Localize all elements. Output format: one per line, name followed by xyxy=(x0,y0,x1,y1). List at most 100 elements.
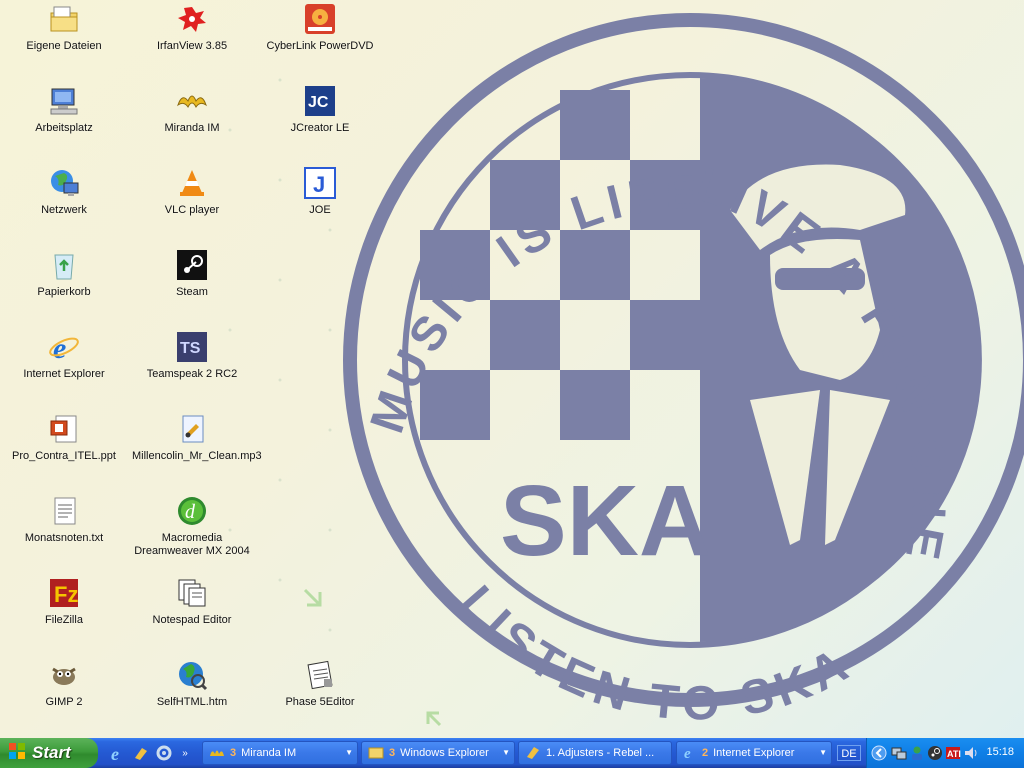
dreamweaver-icon: d xyxy=(175,494,209,528)
powerpoint-file-icon xyxy=(47,412,81,446)
desktop-icon-papierkorb[interactable]: Papierkorb xyxy=(2,248,126,299)
desktop-icon-label: Papierkorb xyxy=(37,286,91,298)
task-group-arrow-icon: ▼ xyxy=(819,748,827,757)
folder-icon xyxy=(368,745,384,762)
tray-user-icon[interactable] xyxy=(909,745,925,761)
network-icon xyxy=(47,166,81,200)
joe-icon: J xyxy=(303,166,337,200)
clock[interactable]: 15:18 xyxy=(986,746,1014,758)
my-documents-icon xyxy=(47,2,81,36)
desktop-icon-label: Internet Explorer xyxy=(23,368,105,380)
desktop-icon-jcreator[interactable]: JC JCreator LE xyxy=(258,84,382,135)
svg-text:Fz: Fz xyxy=(54,582,78,607)
desktop-icon-millencolin-mp3[interactable]: Millencolin_Mr_Clean.mp3 xyxy=(130,412,262,463)
desktop-icon-filezilla[interactable]: Fz FileZilla xyxy=(2,576,126,627)
desktop-icon-monatsnoten-txt[interactable]: Monatsnoten.txt xyxy=(2,494,126,545)
desktop-icon-label: Teamspeak 2 RC2 xyxy=(146,368,238,380)
svg-text:e: e xyxy=(684,746,691,759)
desktop-icon-eigene-dateien[interactable]: Eigene Dateien xyxy=(2,2,126,53)
desktop-icon-label: Millencolin_Mr_Clean.mp3 xyxy=(132,450,262,462)
desktop-icon-powerdvd[interactable]: CyberLink PowerDVD xyxy=(258,2,382,53)
html-file-icon xyxy=(175,658,209,692)
svg-text:ATI: ATI xyxy=(947,749,961,759)
desktop-icon-vlc[interactable]: VLC player xyxy=(130,166,254,217)
tray-expand-chevron-icon[interactable] xyxy=(871,745,887,761)
gimp-icon xyxy=(47,658,81,692)
task-label: Windows Explorer xyxy=(400,747,489,759)
desktop-icon-joe[interactable]: J JOE xyxy=(258,166,382,217)
tray-ati-icon[interactable]: ATI xyxy=(945,745,961,761)
desktop-icon-label: SelfHTML.htm xyxy=(156,696,228,708)
desktop-icon-teamspeak[interactable]: TS Teamspeak 2 RC2 xyxy=(130,330,254,381)
desktop-icon-phase5-editor[interactable]: Phase 5Editor xyxy=(258,658,382,709)
notepad-editor-icon xyxy=(175,576,209,610)
task-count: 2 xyxy=(702,747,709,759)
desktop-icon-label: JCreator LE xyxy=(290,122,350,134)
desktop-icon-label: IrfanView 3.85 xyxy=(156,40,228,52)
quicklaunch-expand-chevron-icon[interactable]: » xyxy=(178,743,192,763)
desktop-icon-label: Pro_Contra_ITEL.ppt xyxy=(12,450,116,462)
desktop-icon-label: FileZilla xyxy=(45,614,83,626)
task-label: Miranda IM xyxy=(241,747,297,759)
tray-network-icon[interactable] xyxy=(891,745,907,761)
windows-logo-icon xyxy=(8,742,26,765)
quicklaunch-internet-explorer-icon[interactable]: e xyxy=(108,743,128,763)
desktop-icon-miranda-im[interactable]: Miranda IM xyxy=(130,84,254,135)
steam-icon xyxy=(175,248,209,282)
desktop-icon-label: Monatsnoten.txt xyxy=(24,532,104,544)
task-group-windows-explorer[interactable]: 3 Windows Explorer ▼ xyxy=(361,741,515,765)
desktop-icon-label: VLC player xyxy=(164,204,220,216)
mp3-file-icon xyxy=(175,412,209,446)
powerdvd-icon xyxy=(303,2,337,36)
desktop-icon-pro-contra-itel-ppt[interactable]: Pro_Contra_ITEL.ppt xyxy=(2,412,126,463)
desktop-icon-internet-explorer[interactable]: e Internet Explorer xyxy=(2,330,126,381)
desktop-icon-steam[interactable]: Steam xyxy=(130,248,254,299)
desktop-icon-label: GIMP 2 xyxy=(45,696,83,708)
svg-text:d: d xyxy=(185,501,196,523)
internet-explorer-icon: e xyxy=(47,330,81,364)
desktop-icon-label: Notespad Editor xyxy=(152,614,232,626)
quicklaunch-settings-icon[interactable] xyxy=(154,743,174,763)
vlc-icon xyxy=(175,166,209,200)
desktop-icon-irfanview[interactable]: IrfanView 3.85 xyxy=(130,2,254,53)
language-indicator[interactable]: DE xyxy=(837,745,861,761)
wallpaper-arrow-decoration xyxy=(426,711,442,727)
desktop-icon-notespad-editor[interactable]: Notespad Editor xyxy=(130,576,254,627)
desktop-icon-label: Netzwerk xyxy=(41,204,87,216)
internet-explorer-icon: e xyxy=(683,745,697,762)
task-group-internet-explorer[interactable]: e 2 Internet Explorer ▼ xyxy=(676,741,832,765)
desktop-icon-selfhtml[interactable]: SelfHTML.htm xyxy=(130,658,254,709)
quicklaunch-winamp-icon[interactable] xyxy=(131,743,151,763)
miranda-icon xyxy=(175,84,209,118)
desktop-icon-label: JOE xyxy=(309,204,331,216)
desktop-icon-label: Steam xyxy=(176,286,208,298)
desktop-icon-label: Miranda IM xyxy=(164,122,220,134)
phase5-editor-icon xyxy=(303,658,337,692)
svg-text:TS: TS xyxy=(180,340,201,357)
wallpaper-ska-text: SKA xyxy=(500,465,711,577)
tray-speaker-icon[interactable] xyxy=(963,745,979,761)
teamspeak-icon: TS xyxy=(175,330,209,364)
desktop-icon-arbeitsplatz[interactable]: Arbeitsplatz xyxy=(2,84,126,135)
desktop-icon-gimp[interactable]: GIMP 2 xyxy=(2,658,126,709)
svg-text:e: e xyxy=(53,332,66,363)
tray-steam-icon[interactable] xyxy=(927,745,943,761)
start-button[interactable]: Start xyxy=(0,738,98,768)
svg-text:J: J xyxy=(313,172,325,197)
desktop-icon-netzwerk[interactable]: Netzwerk xyxy=(2,166,126,217)
miranda-icon xyxy=(209,746,225,761)
taskbar: Start e » 3 Miranda IM ▼ 3 Windows Explo… xyxy=(0,738,1024,768)
my-computer-icon xyxy=(47,84,81,118)
task-adjusters-rebel[interactable]: 1. Adjusters - Rebel ... xyxy=(518,741,672,765)
task-group-miranda-im[interactable]: 3 Miranda IM ▼ xyxy=(202,741,358,765)
irfanview-icon xyxy=(175,2,209,36)
svg-text:e: e xyxy=(111,744,119,762)
desktop-icon-dreamweaver[interactable]: d Macromedia Dreamweaver MX 2004 xyxy=(130,494,254,558)
task-label: Internet Explorer xyxy=(713,747,795,759)
svg-text:JC: JC xyxy=(308,94,329,111)
desktop-icon-label: CyberLink PowerDVD xyxy=(266,40,374,52)
desktop-icon-label: Arbeitsplatz xyxy=(35,122,93,134)
desktop-icon-label: Eigene Dateien xyxy=(26,40,102,52)
wallpaper-arrow-decoration xyxy=(303,588,322,607)
recycle-bin-icon xyxy=(47,248,81,282)
